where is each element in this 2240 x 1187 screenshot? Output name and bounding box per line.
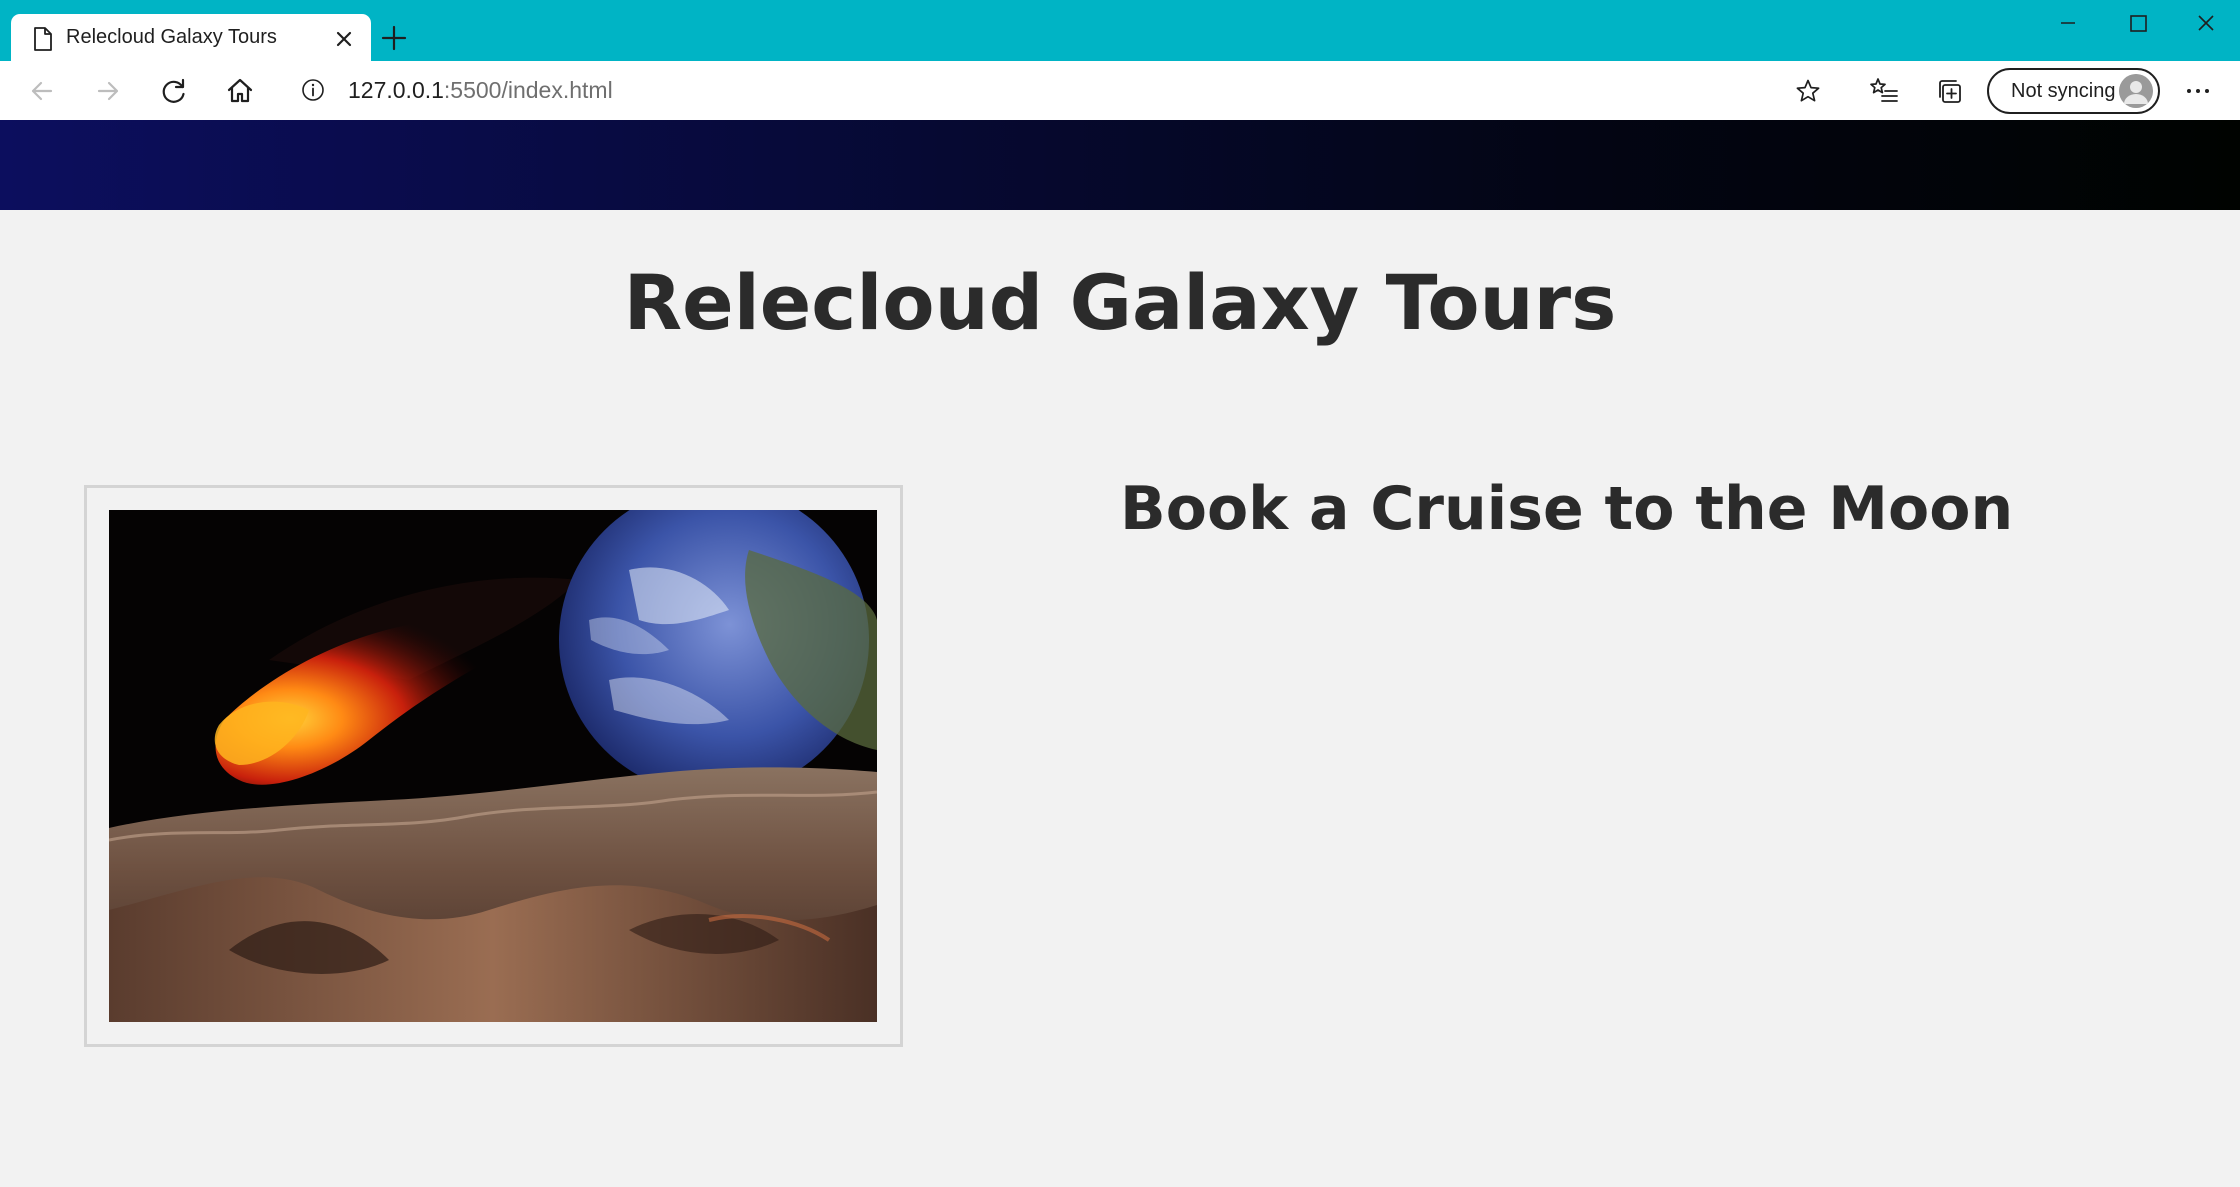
url-path: :5500/index.html	[443, 77, 613, 103]
hero-image	[109, 510, 877, 1022]
more-options-icon[interactable]	[2180, 73, 2216, 109]
maximize-icon[interactable]	[2120, 8, 2156, 38]
new-tab-icon[interactable]	[378, 22, 410, 54]
hero-heading: Book a Cruise to the Moon	[1120, 474, 2014, 544]
page-header-banner	[0, 120, 2240, 210]
page-title: Relecloud Galaxy Tours	[623, 258, 1617, 347]
profile-label: Not syncing	[2011, 80, 2116, 102]
url-text[interactable]: 127.0.0.1:5500/index.html	[348, 68, 613, 113]
browser-tab[interactable]: Relecloud Galaxy Tours	[11, 14, 371, 61]
profile-sync-button[interactable]: Not syncing	[1987, 68, 2160, 114]
close-tab-icon[interactable]	[331, 26, 357, 52]
url-host: 127.0.0.1	[348, 77, 444, 103]
close-window-icon[interactable]	[2188, 8, 2224, 38]
collections-icon[interactable]	[1932, 73, 1968, 109]
back-arrow-icon[interactable]	[24, 73, 60, 109]
info-icon[interactable]	[300, 77, 326, 103]
address-bar[interactable]: 127.0.0.1:5500/index.html	[282, 68, 1842, 113]
favorites-list-icon[interactable]	[1866, 73, 1902, 109]
favorite-star-icon[interactable]	[1794, 77, 1822, 105]
home-icon[interactable]	[222, 73, 258, 109]
reload-icon[interactable]	[156, 73, 192, 109]
document-icon	[34, 27, 52, 51]
minimize-icon[interactable]	[2050, 8, 2086, 38]
avatar-icon	[2119, 74, 2153, 108]
browser-title-bar: Relecloud Galaxy Tours	[0, 0, 2240, 61]
hero-image-frame	[84, 485, 903, 1047]
browser-toolbar: 127.0.0.1:5500/index.html Not syncing	[0, 61, 2240, 120]
forward-arrow-icon[interactable]	[90, 73, 126, 109]
tab-title: Relecloud Galaxy Tours	[66, 26, 277, 48]
